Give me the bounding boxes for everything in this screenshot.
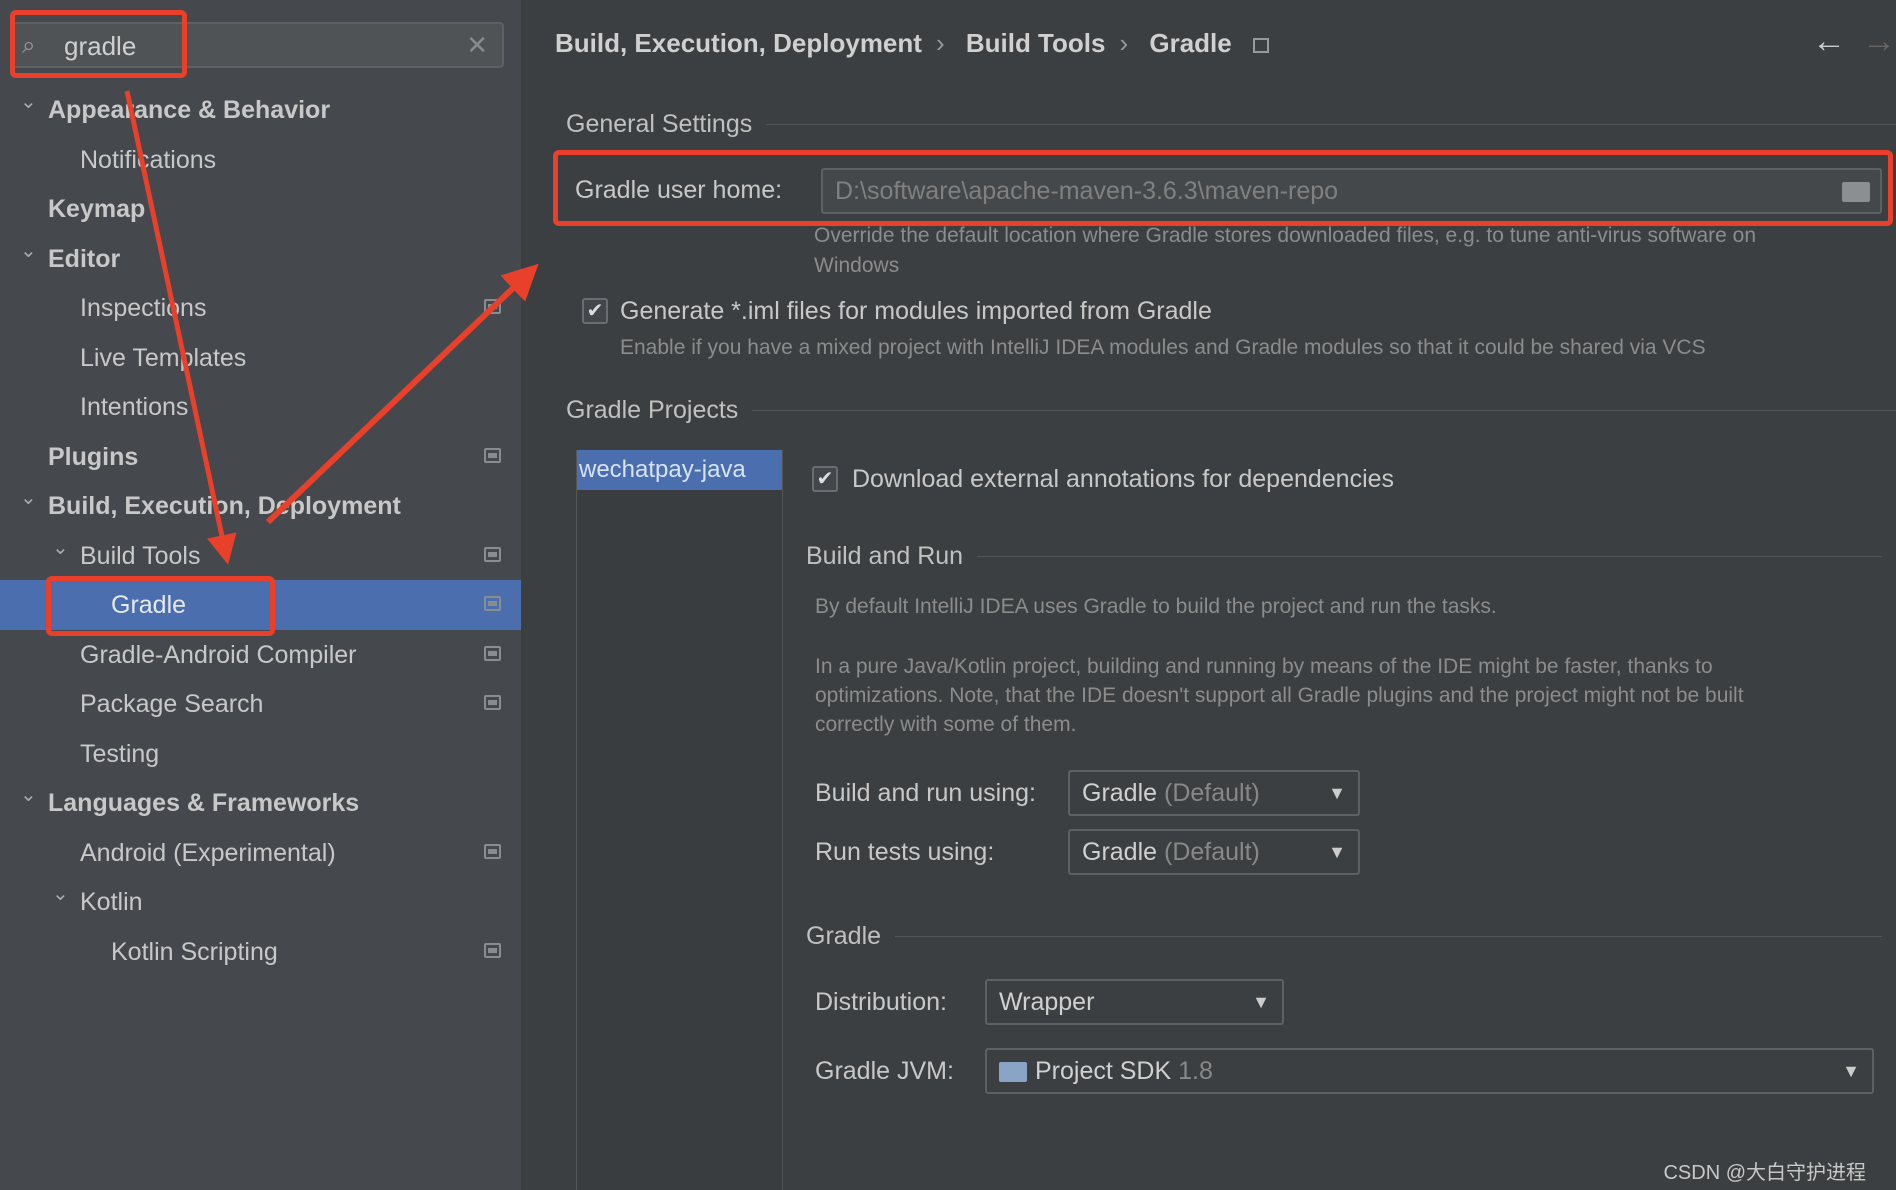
annotation-arrow: [265, 263, 539, 525]
watermark: CSDN @大白守护进程: [1663, 1162, 1866, 1184]
annotation-arrows: [124, 90, 539, 565]
annotation-arrow: [124, 90, 237, 565]
